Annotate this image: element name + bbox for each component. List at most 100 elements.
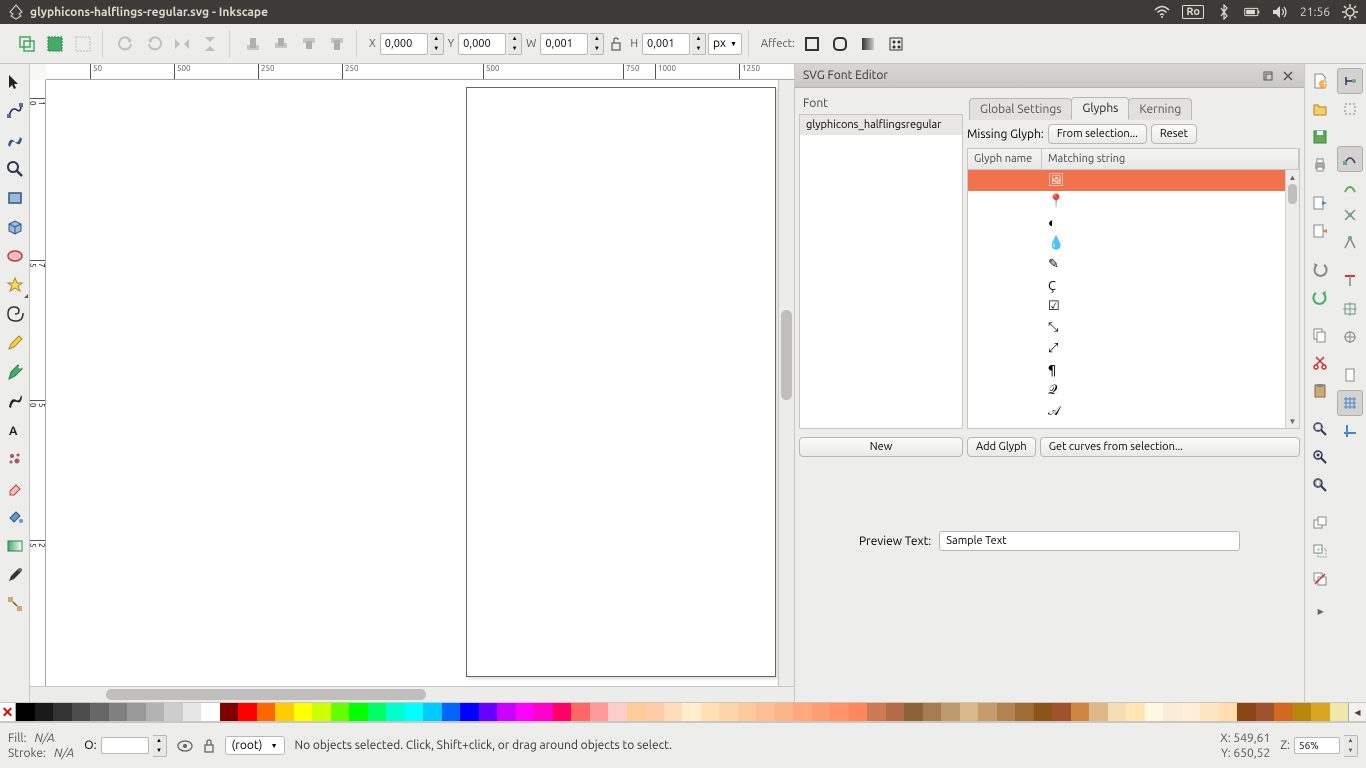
color-swatch[interactable] — [1052, 703, 1071, 721]
color-swatch[interactable] — [1330, 703, 1349, 721]
snap-paths-icon[interactable] — [1337, 174, 1363, 200]
color-swatch[interactable] — [793, 703, 812, 721]
zoom-drawing-icon[interactable] — [1307, 444, 1333, 470]
glyph-row[interactable]: ¶ — [968, 359, 1285, 380]
color-swatch[interactable] — [349, 703, 368, 721]
color-swatch[interactable] — [812, 703, 831, 721]
snap-page-icon[interactable] — [1337, 362, 1363, 388]
glyph-list[interactable]: 🖼📍◐💧✎Ç☑⤡⤢¶𝒬𝒜 — [968, 170, 1285, 428]
flip-vertical-icon[interactable] — [197, 31, 223, 57]
color-swatch[interactable] — [682, 703, 701, 721]
snap-enable-icon[interactable] — [1337, 68, 1363, 94]
glyph-row[interactable]: ◐ — [968, 212, 1285, 233]
color-swatch[interactable] — [386, 703, 405, 721]
color-swatch[interactable] — [1293, 703, 1312, 721]
palette-menu-icon[interactable]: ◀ — [1348, 703, 1366, 721]
col-matching-string[interactable]: Matching string — [1042, 149, 1299, 169]
color-swatch[interactable] — [164, 703, 183, 721]
affect-corners-icon[interactable] — [827, 31, 853, 57]
copy-icon[interactable] — [1307, 322, 1333, 348]
glyph-row[interactable]: Ç — [968, 275, 1285, 296]
calligraphy-tool-icon[interactable] — [1, 387, 29, 415]
color-swatch[interactable] — [1182, 703, 1201, 721]
eraser-tool-icon[interactable] — [1, 474, 29, 502]
reset-button[interactable]: Reset — [1151, 124, 1197, 144]
glyph-row[interactable]: 💧 — [968, 233, 1285, 254]
3dbox-tool-icon[interactable] — [1, 213, 29, 241]
color-swatch[interactable] — [405, 703, 424, 721]
lower-icon[interactable] — [296, 31, 322, 57]
glyph-row[interactable]: ✎ — [968, 254, 1285, 275]
unlink-clone-icon[interactable] — [1307, 566, 1333, 592]
color-swatch[interactable] — [590, 703, 609, 721]
h-input[interactable] — [642, 33, 690, 55]
opacity-input[interactable] — [101, 737, 149, 754]
print-icon[interactable] — [1307, 152, 1333, 178]
snap-bbox-icon[interactable] — [1337, 96, 1363, 122]
paintbucket-tool-icon[interactable] — [1, 503, 29, 531]
pen-tool-icon[interactable] — [1, 358, 29, 386]
color-swatch[interactable] — [146, 703, 165, 721]
color-swatch[interactable] — [516, 703, 535, 721]
cut-icon[interactable] — [1307, 350, 1333, 376]
connector-tool-icon[interactable] — [1, 590, 29, 618]
rectangle-tool-icon[interactable] — [1, 184, 29, 212]
color-swatch[interactable] — [978, 703, 997, 721]
color-swatch[interactable] — [867, 703, 886, 721]
zoom-page-icon[interactable] — [1307, 472, 1333, 498]
tab-kerning[interactable]: Kerning — [1128, 98, 1192, 120]
pencil-tool-icon[interactable] — [1, 329, 29, 357]
color-swatch[interactable] — [775, 703, 794, 721]
canvas-vertical-scrollbar[interactable] — [778, 80, 794, 686]
horizontal-ruler[interactable]: 50 500 250 250 500 750 1000 1250 — [46, 64, 794, 80]
color-swatch[interactable] — [442, 703, 461, 721]
color-swatch[interactable] — [312, 703, 331, 721]
color-swatch[interactable] — [72, 703, 91, 721]
color-swatch[interactable] — [608, 703, 627, 721]
star-tool-icon[interactable] — [1, 271, 29, 299]
tab-glyphs[interactable]: Glyphs — [1071, 97, 1129, 120]
vertical-ruler[interactable]: 1000 750 500 250 — [30, 80, 46, 686]
color-swatch[interactable] — [1071, 703, 1090, 721]
battery-icon[interactable] — [1244, 4, 1260, 20]
zoom-tool-icon[interactable] — [1, 155, 29, 183]
color-swatch[interactable] — [423, 703, 442, 721]
spiral-tool-icon[interactable] — [1, 300, 29, 328]
dropper-tool-icon[interactable] — [1, 561, 29, 589]
color-swatch[interactable] — [627, 703, 646, 721]
color-swatch[interactable] — [997, 703, 1016, 721]
w-input[interactable] — [540, 33, 588, 55]
clone-icon[interactable] — [1307, 538, 1333, 564]
color-swatch[interactable] — [1089, 703, 1108, 721]
toolbar-chevron-right-icon[interactable]: ▶ — [1307, 604, 1335, 618]
color-swatch[interactable] — [35, 703, 54, 721]
glyph-row[interactable]: 𝒜 — [968, 401, 1285, 422]
color-swatch[interactable] — [238, 703, 257, 721]
y-spinner[interactable]: ▲▼ — [508, 33, 522, 55]
color-swatch[interactable] — [53, 703, 72, 721]
text-tool-icon[interactable]: A — [1, 416, 29, 444]
layer-select[interactable]: (root)▼ — [225, 736, 285, 755]
layer-lock-icon[interactable] — [203, 739, 215, 753]
color-swatch[interactable] — [738, 703, 757, 721]
color-swatch[interactable] — [553, 703, 572, 721]
color-swatch[interactable] — [90, 703, 109, 721]
selector-tool-icon[interactable] — [1, 68, 29, 96]
get-curves-button[interactable]: Get curves from selection... — [1040, 437, 1300, 457]
affect-gradient-icon[interactable] — [855, 31, 881, 57]
color-swatch[interactable] — [16, 703, 35, 721]
color-swatch[interactable] — [220, 703, 239, 721]
color-swatch[interactable] — [109, 703, 128, 721]
canvas-horizontal-scrollbar[interactable] — [46, 687, 778, 702]
volume-icon[interactable] — [1272, 4, 1288, 20]
select-all-layers-icon[interactable] — [14, 31, 40, 57]
from-selection-button[interactable]: From selection... — [1048, 124, 1147, 144]
save-document-icon[interactable] — [1307, 124, 1333, 150]
spray-tool-icon[interactable] — [1, 445, 29, 473]
paste-icon[interactable] — [1307, 378, 1333, 404]
deselect-icon[interactable] — [70, 31, 96, 57]
palette-no-fill-icon[interactable]: ✕ — [0, 703, 16, 721]
keyboard-indicator[interactable]: Ro — [1182, 5, 1204, 19]
zoom-spinner[interactable]: ▲▼ — [1344, 735, 1358, 757]
font-name-row[interactable]: glyphicons_halflingsregular — [800, 115, 962, 135]
